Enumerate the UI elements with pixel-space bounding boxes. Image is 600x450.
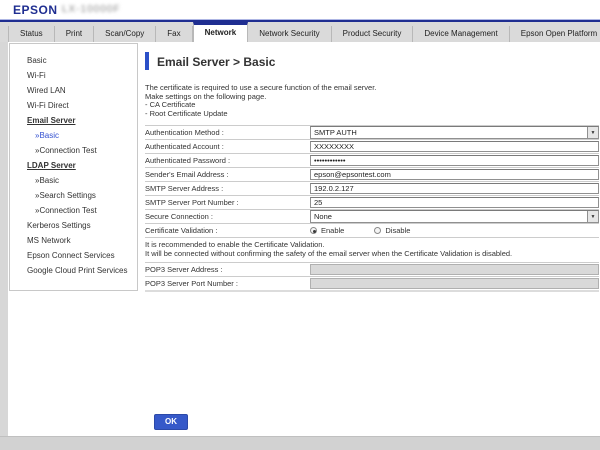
sidebar-item-ldap-search-settings[interactable]: »Search Settings xyxy=(10,188,137,203)
sidebar-item-kerberos-settings[interactable]: Kerberos Settings xyxy=(10,218,137,233)
field-label: Sender's Email Address : xyxy=(145,170,310,179)
radio-button-icon[interactable] xyxy=(374,227,381,234)
pop3-server-address-input xyxy=(310,264,599,275)
tab-epson-open-platform[interactable]: Epson Open Platform xyxy=(510,26,600,42)
form-row-smtp-server-port-number: SMTP Server Port Number : xyxy=(145,195,599,209)
sidebar-item-wired-lan[interactable]: Wired LAN xyxy=(10,83,137,98)
tab-bar: Status Print Scan/Copy Fax Network Netwo… xyxy=(0,22,600,42)
email-server-form: Authentication Method : SMTP AUTH ▼ Auth… xyxy=(145,125,599,238)
page-title: Email Server > Basic xyxy=(145,52,599,70)
description-line: - Root Certificate Update xyxy=(145,110,599,119)
form-row-certificate-validation: Certificate Validation : Enable Disable xyxy=(145,223,599,237)
secure-connection-select[interactable]: None ▼ xyxy=(310,210,599,223)
printer-model-name: LX-10000F xyxy=(62,4,120,15)
field-label: Secure Connection : xyxy=(145,212,310,221)
description-line: Make settings on the following page. xyxy=(145,93,599,102)
selected-value: SMTP AUTH xyxy=(311,127,598,138)
form-row-authentication-method: Authentication Method : SMTP AUTH ▼ xyxy=(145,125,599,139)
senders-email-address-input[interactable] xyxy=(310,169,599,180)
sidebar-item-wifi[interactable]: Wi-Fi xyxy=(10,68,137,83)
tab-device-management[interactable]: Device Management xyxy=(413,26,509,42)
ok-button[interactable]: OK xyxy=(154,414,188,430)
field-label: Authentication Method : xyxy=(145,128,310,137)
authenticated-password-input[interactable] xyxy=(310,155,599,166)
sidebar-item-ldap-basic[interactable]: »Basic xyxy=(10,173,137,188)
tab-product-security[interactable]: Product Security xyxy=(332,26,414,42)
radio-option-disable[interactable]: Disable xyxy=(374,226,410,235)
field-label: POP3 Server Port Number : xyxy=(145,279,310,288)
title-accent-bar xyxy=(145,52,149,70)
field-label: SMTP Server Port Number : xyxy=(145,198,310,207)
content-panel: Basic Wi-Fi Wired LAN Wi-Fi Direct Email… xyxy=(8,42,600,437)
page-description: The certificate is required to use a sec… xyxy=(145,84,599,118)
form-row-pop3-server-port-number: POP3 Server Port Number : xyxy=(145,276,599,290)
tab-status[interactable]: Status xyxy=(8,26,55,42)
form-row-authenticated-password: Authenticated Password : xyxy=(145,153,599,167)
tab-print[interactable]: Print xyxy=(55,26,94,42)
sidebar-item-basic[interactable]: Basic xyxy=(10,53,137,68)
tab-network-security[interactable]: Network Security xyxy=(248,26,331,42)
sidebar-item-wifi-direct[interactable]: Wi-Fi Direct xyxy=(10,98,137,113)
page-title-text: Email Server > Basic xyxy=(157,52,275,70)
sidebar-item-epson-connect-services[interactable]: Epson Connect Services xyxy=(10,248,137,263)
authentication-method-select[interactable]: SMTP AUTH ▼ xyxy=(310,126,599,139)
main-area: Email Server > Basic The certificate is … xyxy=(145,42,599,292)
certificate-validation-radio-group: Enable Disable xyxy=(310,226,599,235)
field-label: Authenticated Password : xyxy=(145,156,310,165)
radio-button-icon[interactable] xyxy=(310,227,317,234)
epson-logo: EPSON xyxy=(13,3,58,17)
form-row-secure-connection: Secure Connection : None ▼ xyxy=(145,209,599,223)
sidebar-item-email-server-connection-test[interactable]: »Connection Test xyxy=(10,143,137,158)
header: EPSON LX-10000F xyxy=(0,0,600,20)
footer-bar xyxy=(0,436,600,450)
smtp-server-address-input[interactable] xyxy=(310,183,599,194)
field-label: POP3 Server Address : xyxy=(145,265,310,274)
sidebar-item-google-cloud-print-services[interactable]: Google Cloud Print Services xyxy=(10,263,137,278)
form-row-senders-email-address: Sender's Email Address : xyxy=(145,167,599,181)
radio-label: Enable xyxy=(321,226,344,235)
sidebar-item-ldap-connection-test[interactable]: »Connection Test xyxy=(10,203,137,218)
chevron-down-icon[interactable]: ▼ xyxy=(587,127,598,138)
certificate-validation-note: It is recommended to enable the Certific… xyxy=(145,241,599,258)
tab-scan-copy[interactable]: Scan/Copy xyxy=(94,26,156,42)
radio-option-enable[interactable]: Enable xyxy=(310,226,344,235)
tab-fax[interactable]: Fax xyxy=(156,26,192,42)
tab-network[interactable]: Network xyxy=(193,22,249,42)
sidebar-group-email-server[interactable]: Email Server xyxy=(10,113,137,128)
chevron-down-icon[interactable]: ▼ xyxy=(587,211,598,222)
pop3-server-port-number-input xyxy=(310,278,599,289)
note-line: It will be connected without confirming … xyxy=(145,250,599,259)
selected-value: None xyxy=(311,211,598,222)
form-row-authenticated-account: Authenticated Account : xyxy=(145,139,599,153)
sidebar-item-ms-network[interactable]: MS Network xyxy=(10,233,137,248)
radio-label: Disable xyxy=(385,226,410,235)
field-label: Authenticated Account : xyxy=(145,142,310,151)
sidebar-group-ldap-server[interactable]: LDAP Server xyxy=(10,158,137,173)
pop3-form: POP3 Server Address : POP3 Server Port N… xyxy=(145,262,599,292)
field-label: SMTP Server Address : xyxy=(145,184,310,193)
authenticated-account-input[interactable] xyxy=(310,141,599,152)
sidebar-nav: Basic Wi-Fi Wired LAN Wi-Fi Direct Email… xyxy=(9,43,138,291)
form-row-pop3-server-address: POP3 Server Address : xyxy=(145,262,599,276)
sidebar-item-email-server-basic[interactable]: »Basic xyxy=(10,128,137,143)
smtp-server-port-number-input[interactable] xyxy=(310,197,599,208)
field-label: Certificate Validation : xyxy=(145,226,310,235)
form-row-smtp-server-address: SMTP Server Address : xyxy=(145,181,599,195)
